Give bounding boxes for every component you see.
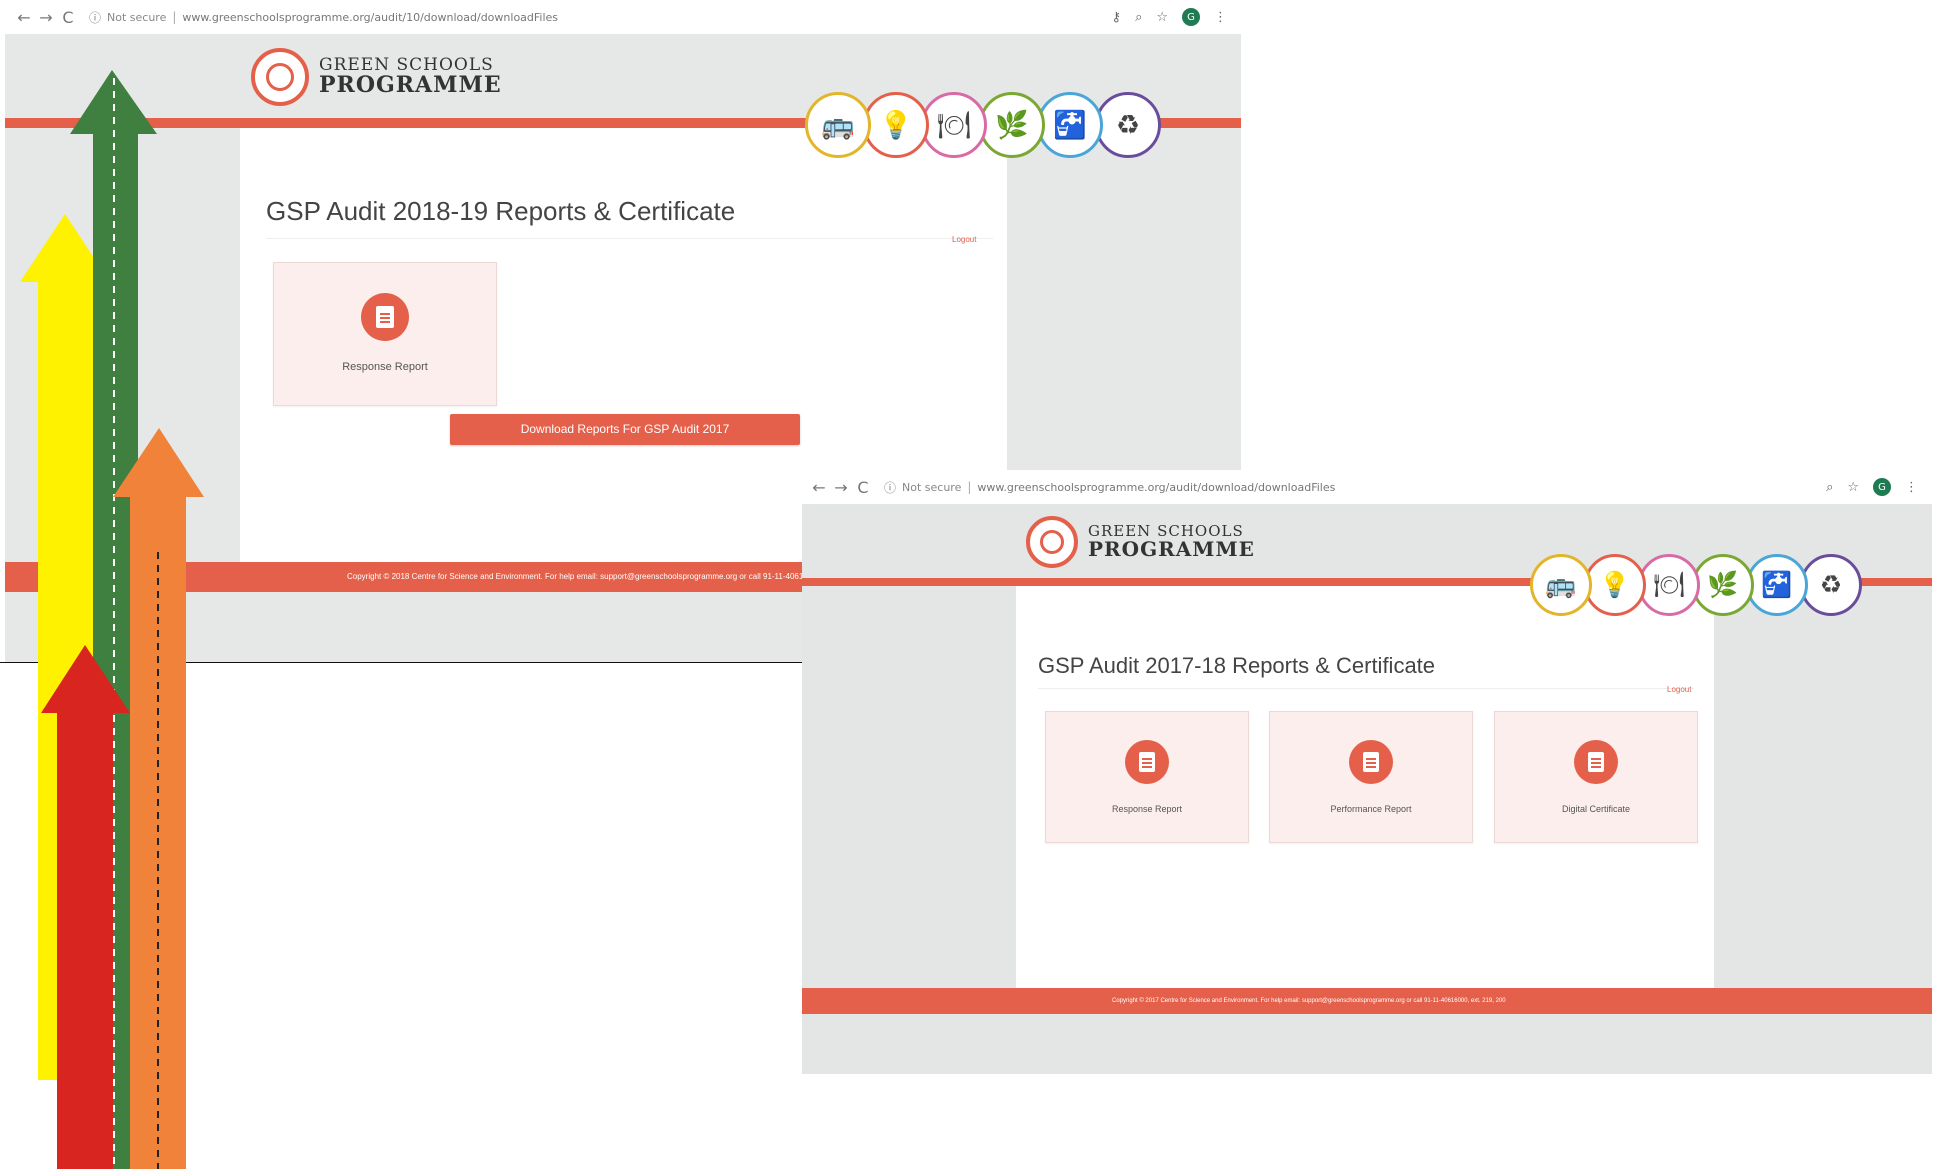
theme-icons-row: 🚌 💡 🍽 🌿 🚰 ♻ bbox=[805, 92, 1161, 158]
reload-icon[interactable]: C bbox=[852, 478, 874, 497]
zoom-icon[interactable]: ⌕ bbox=[1826, 480, 1833, 495]
land-icon: 🌿 bbox=[979, 92, 1045, 158]
logo-text: GREEN SCHOOLS PROGRAMME bbox=[1088, 521, 1255, 562]
document-icon bbox=[361, 293, 409, 341]
transport-icon: 🚌 bbox=[1530, 554, 1592, 616]
food-icon: 🍽 bbox=[921, 92, 987, 158]
card-label: Response Report bbox=[342, 361, 428, 373]
download-reports-2017-button[interactable]: Download Reports For GSP Audit 2017 bbox=[450, 414, 800, 445]
browser-window-2017-18: ← → C ⓘ Not secure | www.greenschoolspro… bbox=[802, 470, 1932, 1074]
gsp-logo[interactable]: GREEN SCHOOLS PROGRAMME bbox=[251, 48, 502, 106]
bookmark-star-icon[interactable]: ☆ bbox=[1156, 10, 1168, 25]
food-icon: 🍽 bbox=[1638, 554, 1700, 616]
toolbar-actions: ⌕ ☆ G ⋮ bbox=[1826, 478, 1932, 496]
forward-icon[interactable]: → bbox=[830, 478, 852, 497]
page-footer: Copyright © 2017 Centre for Science and … bbox=[802, 988, 1932, 1014]
energy-icon: 💡 bbox=[863, 92, 929, 158]
logout-link[interactable]: Logout bbox=[952, 235, 976, 244]
arrows-overlay bbox=[20, 70, 204, 1169]
water-icon: 🚰 bbox=[1037, 92, 1103, 158]
not-secure-label: Not secure bbox=[902, 480, 962, 494]
title-divider bbox=[1038, 688, 1694, 689]
waste-icon: ♻ bbox=[1095, 92, 1161, 158]
title-divider bbox=[266, 238, 993, 239]
response-report-card[interactable]: Response Report bbox=[1045, 711, 1249, 843]
gsp-seal-icon bbox=[251, 48, 309, 106]
profile-avatar[interactable]: G bbox=[1182, 8, 1200, 26]
gsp-logo[interactable]: GREEN SCHOOLS PROGRAMME bbox=[1026, 516, 1255, 568]
energy-icon: 💡 bbox=[1584, 554, 1646, 616]
document-icon bbox=[1349, 740, 1393, 784]
profile-avatar[interactable]: G bbox=[1873, 478, 1891, 496]
address-bar-url[interactable]: www.greenschoolsprogramme.org/audit/down… bbox=[977, 481, 1335, 494]
page-title: GSP Audit 2017-18 Reports & Certificate bbox=[1038, 653, 1436, 678]
card-label: Performance Report bbox=[1330, 804, 1412, 814]
browser-toolbar: ← → C ⓘ Not secure | www.greenschoolspro… bbox=[802, 470, 1932, 504]
document-icon bbox=[1125, 740, 1169, 784]
waste-icon: ♻ bbox=[1800, 554, 1862, 616]
card-label: Response Report bbox=[1111, 804, 1183, 814]
zoom-icon[interactable]: ⌕ bbox=[1135, 10, 1142, 25]
performance-report-card[interactable]: Performance Report bbox=[1269, 711, 1473, 843]
toolbar-actions: ⚷ ⌕ ☆ G ⋮ bbox=[1112, 8, 1241, 26]
key-icon[interactable]: ⚷ bbox=[1112, 10, 1122, 25]
menu-icon[interactable]: ⋮ bbox=[1905, 480, 1918, 495]
response-report-card[interactable]: Response Report bbox=[273, 262, 497, 406]
logo-text: GREEN SCHOOLS PROGRAMME bbox=[319, 54, 502, 99]
back-icon[interactable]: ← bbox=[808, 478, 830, 497]
menu-icon[interactable]: ⋮ bbox=[1214, 10, 1227, 25]
info-icon[interactable]: ⓘ bbox=[884, 479, 896, 496]
logout-link[interactable]: Logout bbox=[1667, 685, 1691, 694]
land-icon: 🌿 bbox=[1692, 554, 1754, 616]
theme-icons-row: 🚌 💡 🍽 🌿 🚰 ♻ bbox=[1530, 554, 1862, 616]
card-label: Digital Certificate bbox=[1561, 804, 1631, 814]
bookmark-star-icon[interactable]: ☆ bbox=[1847, 480, 1859, 495]
transport-icon: 🚌 bbox=[805, 92, 871, 158]
page-title: GSP Audit 2018-19 Reports & Certificate bbox=[266, 196, 736, 226]
water-icon: 🚰 bbox=[1746, 554, 1808, 616]
gsp-seal-icon bbox=[1026, 516, 1078, 568]
digital-certificate-card[interactable]: Digital Certificate bbox=[1494, 711, 1698, 843]
document-icon bbox=[1574, 740, 1618, 784]
url-separator: | bbox=[967, 480, 972, 494]
